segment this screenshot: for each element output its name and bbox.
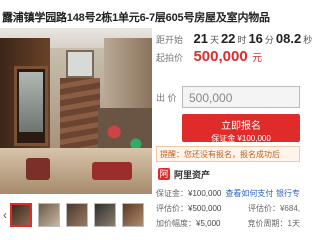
thumbnail-strip: ‹ [0,198,152,240]
register-button-deposit: 保证金 ¥100,000 [211,134,271,143]
bid-input[interactable]: 500,000 [182,86,300,108]
thumbnail-4[interactable] [94,203,116,227]
deposit-label: 保证金： [156,189,188,198]
reminder-notice: 提醒：您还没有报名，报名成功后 [156,146,300,162]
valuation-row: 评估价：¥500,000 评估价：¥684, [156,203,300,217]
thumbnail-3[interactable] [66,203,88,227]
chevron-left-icon[interactable]: ‹ [0,208,10,222]
countdown-timer: 距开始 21 天 22 时 16 分 08.2 秒 [156,30,312,46]
deposit-row: 保证金：¥100,000 查看如何支付 银行专 [156,188,300,202]
days-unit: 天 [209,35,219,45]
valuation-value: ¥500,000 [188,204,222,213]
increment-value: ¥5,000 [196,219,221,228]
bid-cycle: 竞价周期：1天 [247,219,300,228]
ali-assets-logo-icon: 阿 [158,168,170,180]
valuation-label: 评估价： [156,204,188,213]
countdown-label: 距开始 [156,35,184,45]
start-price-unit: 元 [252,53,263,64]
photo-rug [92,162,132,180]
photo-stairs [60,78,100,152]
increment-label: 加价幅度： [156,219,196,228]
start-price-value: 500,000 [193,48,248,65]
hours-unit: 时 [237,35,247,45]
photo-door-glass [19,72,43,132]
register-button-label: 立即报名 [221,121,261,132]
thumbnail-2[interactable] [38,203,60,227]
deposit-value: ¥100,000 [188,189,222,198]
start-price-row: 起拍价 500,000 元 [156,48,300,72]
valuation-right: 评估价：¥684, [247,204,300,213]
bank-link[interactable]: 银行专 [276,188,300,199]
photo-stool [26,158,50,180]
countdown-days: 21 [193,31,208,46]
register-button[interactable]: 立即报名 保证金 ¥100,000 [182,114,300,143]
minutes-unit: 分 [264,35,274,45]
countdown-hours: 22 [220,31,236,46]
thumbnail-1[interactable] [10,203,32,227]
thumbnail-5[interactable] [122,203,144,227]
bid-row: 出 价 500,000 [156,86,300,110]
brand-header: 阿 阿里资产 [156,166,300,184]
auction-panel: 距开始 21 天 22 时 16 分 08.2 秒 起拍价 500,000 元 出 价 500… [156,28,312,240]
main-photo[interactable] [0,28,152,194]
bid-label: 出 价 [156,93,177,103]
countdown-seconds: 08.2 [275,31,302,46]
page-title: 露浦镇学园路148号2栋1单元6-7层605号房屋及室内物品 [2,12,270,24]
brand-name: 阿里资产 [174,170,211,180]
increment-row: 加价幅度：¥5,000 竞价周期：1天 [156,218,300,232]
start-price-label: 起拍价 [156,53,184,63]
photo-window [66,50,94,78]
countdown-minutes: 16 [248,31,263,46]
seconds-unit: 秒 [303,35,313,45]
deposit-pay-link[interactable]: 查看如何支付 [225,189,273,198]
